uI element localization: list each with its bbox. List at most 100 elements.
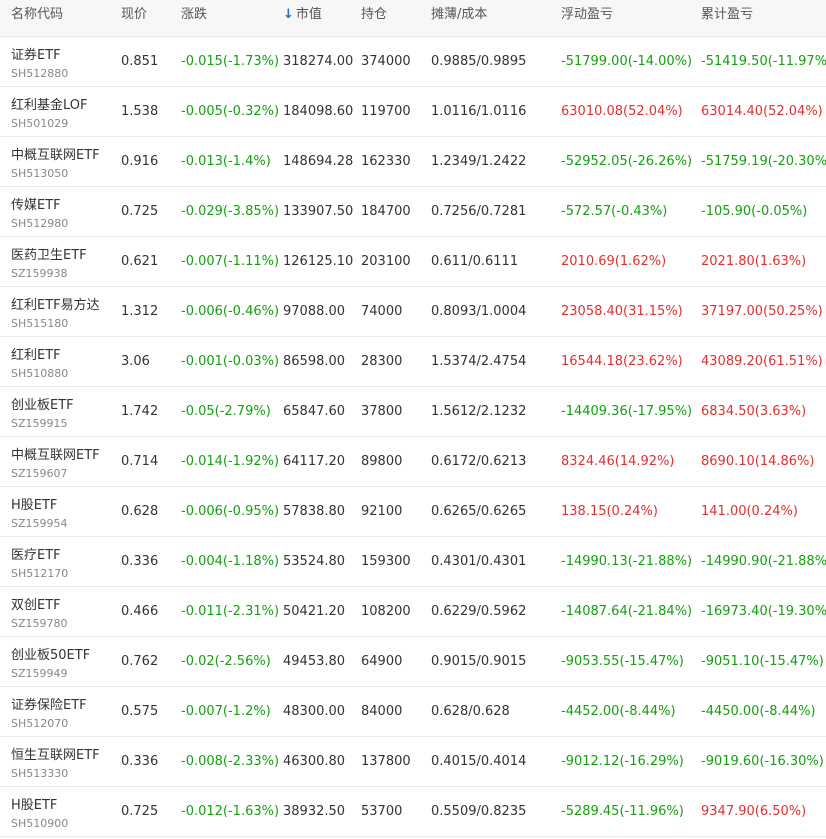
fund-name[interactable]: 证券ETF xyxy=(11,44,61,63)
header-market-value[interactable]: ↓ 市值 xyxy=(283,0,322,36)
table-row[interactable]: 中概互联网ETF SZ159607 0.714 -0.014(-1.92%) 64117… xyxy=(0,437,826,487)
table-row[interactable]: 红利ETF SH510880 3.06 -0.001(-0.03%) 86598.00 2… xyxy=(0,337,826,387)
fund-name[interactable]: H股ETF xyxy=(11,494,57,513)
fund-code: SZ159938 xyxy=(11,267,68,280)
fund-name[interactable]: 红利基金LOF xyxy=(11,94,88,113)
fund-name[interactable]: H股ETF xyxy=(11,794,57,813)
fund-code: SH512170 xyxy=(11,567,69,580)
change-cell: -0.013(-1.4%) xyxy=(181,154,271,169)
table-row[interactable]: 证券ETF SH512880 0.851 -0.015(-1.73%) 318274.0… xyxy=(0,37,826,87)
table-row[interactable]: 中概互联网ETF SH513050 0.916 -0.013(-1.4%) 148694… xyxy=(0,137,826,187)
float-pl-cell: -14990.13(-21.88%) xyxy=(561,554,693,569)
fund-code: SH513330 xyxy=(11,767,69,780)
cost-cell: 0.628/0.628 xyxy=(431,704,510,719)
total-pl-cell: -9051.10(-15.47%) xyxy=(701,654,824,669)
cost-cell: 0.6229/0.5962 xyxy=(431,604,527,619)
cost-cell: 0.4015/0.4014 xyxy=(431,754,527,769)
fund-name[interactable]: 恒生互联网ETF xyxy=(11,744,100,763)
market-value-cell: 53524.80 xyxy=(283,554,346,569)
float-pl-cell: 63010.08(52.04%) xyxy=(561,104,683,119)
fund-name[interactable]: 传媒ETF xyxy=(11,194,61,213)
cost-cell: 1.5374/2.4754 xyxy=(431,354,527,369)
float-pl-cell: -51799.00(-14.00%) xyxy=(561,54,693,69)
table-row[interactable]: H股ETF SZ159954 0.628 -0.006(-0.95%) 57838.80… xyxy=(0,487,826,537)
position-cell: 53700 xyxy=(361,804,403,819)
total-pl-cell: 9347.90(6.50%) xyxy=(701,804,807,819)
market-value-cell: 126125.10 xyxy=(283,254,354,269)
price-cell: 1.538 xyxy=(121,104,159,119)
market-value-cell: 65847.60 xyxy=(283,404,346,419)
price-cell: 0.851 xyxy=(121,54,159,69)
position-cell: 184700 xyxy=(361,204,411,219)
price-cell: 0.762 xyxy=(121,654,159,669)
price-cell: 0.336 xyxy=(121,754,159,769)
position-cell: 74000 xyxy=(361,304,403,319)
header-total-pl[interactable]: 累计盈亏 xyxy=(701,0,753,36)
total-pl-cell: -14990.90(-21.88%) xyxy=(701,554,826,569)
table-row[interactable]: H股ETF SH510900 0.725 -0.012(-1.63%) 38932.50… xyxy=(0,787,826,837)
total-pl-cell: -4450.00(-8.44%) xyxy=(701,704,816,719)
fund-name[interactable]: 医药卫生ETF xyxy=(11,244,87,263)
table-row[interactable]: 红利ETF易方达 SH515180 1.312 -0.006(-0.46%) 97088… xyxy=(0,287,826,337)
float-pl-cell: -4452.00(-8.44%) xyxy=(561,704,676,719)
fund-name[interactable]: 红利ETF xyxy=(11,344,61,363)
price-cell: 0.725 xyxy=(121,204,159,219)
table-row[interactable]: 传媒ETF SH512980 0.725 -0.029(-3.85%) 133907.5… xyxy=(0,187,826,237)
float-pl-cell: -9012.12(-16.29%) xyxy=(561,754,684,769)
fund-name[interactable]: 双创ETF xyxy=(11,594,61,613)
table-row[interactable]: 红利基金LOF SH501029 1.538 -0.005(-0.32%) 184098… xyxy=(0,87,826,137)
price-cell: 0.621 xyxy=(121,254,159,269)
total-pl-cell: -16973.40(-19.30%) xyxy=(701,604,826,619)
float-pl-cell: 138.15(0.24%) xyxy=(561,504,658,519)
table-row[interactable]: 医药卫生ETF SZ159938 0.621 -0.007(-1.11%) 126125… xyxy=(0,237,826,287)
cost-cell: 0.8093/1.0004 xyxy=(431,304,527,319)
total-pl-cell: 141.00(0.24%) xyxy=(701,504,798,519)
position-cell: 37800 xyxy=(361,404,403,419)
market-value-cell: 57838.80 xyxy=(283,504,346,519)
sort-desc-arrow-icon: ↓ xyxy=(283,7,294,22)
market-value-cell: 49453.80 xyxy=(283,654,346,669)
table-row[interactable]: 创业板50ETF SZ159949 0.762 -0.02(-2.56%) 49453.… xyxy=(0,637,826,687)
fund-name[interactable]: 证券保险ETF xyxy=(11,694,87,713)
fund-name[interactable]: 医疗ETF xyxy=(11,544,61,563)
change-cell: -0.001(-0.03%) xyxy=(181,354,280,369)
price-cell: 3.06 xyxy=(121,354,150,369)
header-float-pl[interactable]: 浮动盈亏 xyxy=(561,0,613,36)
fund-name[interactable]: 创业板50ETF xyxy=(11,644,90,663)
change-cell: -0.007(-1.2%) xyxy=(181,704,271,719)
total-pl-cell: -51759.19(-20.30%) xyxy=(701,154,826,169)
position-cell: 137800 xyxy=(361,754,411,769)
fund-name[interactable]: 中概互联网ETF xyxy=(11,444,100,463)
total-pl-cell: 63014.40(52.04%) xyxy=(701,104,823,119)
change-cell: -0.05(-2.79%) xyxy=(181,404,271,419)
holdings-table: 名称代码 现价 涨跌 ↓ 市值 持仓 摊薄/成本 浮动盈亏 累计盈亏 证券ETF S… xyxy=(0,0,826,837)
table-row[interactable]: 创业板ETF SZ159915 1.742 -0.05(-2.79%) 65847.60… xyxy=(0,387,826,437)
table-row[interactable]: 医疗ETF SH512170 0.336 -0.004(-1.18%) 53524.80… xyxy=(0,537,826,587)
header-cost[interactable]: 摊薄/成本 xyxy=(431,0,487,36)
total-pl-cell: -9019.60(-16.30%) xyxy=(701,754,824,769)
total-pl-cell: 6834.50(3.63%) xyxy=(701,404,807,419)
fund-name[interactable]: 创业板ETF xyxy=(11,394,74,413)
header-name-code[interactable]: 名称代码 xyxy=(11,0,63,36)
position-cell: 203100 xyxy=(361,254,411,269)
float-pl-cell: 2010.69(1.62%) xyxy=(561,254,667,269)
fund-name[interactable]: 中概互联网ETF xyxy=(11,144,100,163)
fund-name[interactable]: 红利ETF易方达 xyxy=(11,294,100,313)
price-cell: 0.916 xyxy=(121,154,159,169)
cost-cell: 1.2349/1.2422 xyxy=(431,154,527,169)
float-pl-cell: -5289.45(-11.96%) xyxy=(561,804,684,819)
fund-code: SH513050 xyxy=(11,167,69,180)
header-position[interactable]: 持仓 xyxy=(361,0,387,36)
position-cell: 89800 xyxy=(361,454,403,469)
position-cell: 84000 xyxy=(361,704,403,719)
float-pl-cell: -9053.55(-15.47%) xyxy=(561,654,684,669)
header-price[interactable]: 现价 xyxy=(121,0,147,36)
cost-cell: 0.4301/0.4301 xyxy=(431,554,527,569)
float-pl-cell: -14087.64(-21.84%) xyxy=(561,604,693,619)
header-change[interactable]: 涨跌 xyxy=(181,0,207,36)
change-cell: -0.006(-0.46%) xyxy=(181,304,280,319)
table-row[interactable]: 证券保险ETF SH512070 0.575 -0.007(-1.2%) 48300.0… xyxy=(0,687,826,737)
table-row[interactable]: 双创ETF SZ159780 0.466 -0.011(-2.31%) 50421.20… xyxy=(0,587,826,637)
table-row[interactable]: 恒生互联网ETF SH513330 0.336 -0.008(-2.33%) 46300… xyxy=(0,737,826,787)
price-cell: 0.575 xyxy=(121,704,159,719)
